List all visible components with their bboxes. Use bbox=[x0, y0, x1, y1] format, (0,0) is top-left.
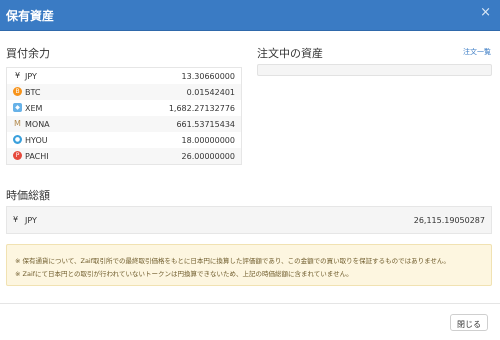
xem-icon: ◆ bbox=[13, 103, 22, 112]
balance-row-xem: ◆ XEM 1,682.27132776 bbox=[7, 100, 241, 116]
notice-line: ※ Zaifにて日本円との取引が行われていないトークンは円換算できないため、上記… bbox=[15, 270, 353, 278]
mona-icon: M bbox=[14, 119, 21, 128]
balance-row-pachi: P PACHI 26.00000000 bbox=[7, 148, 241, 164]
balance-row-hyou: ● HYOU 18.00000000 bbox=[7, 132, 241, 148]
currency-value: 661.53715434 bbox=[176, 120, 235, 129]
order-list-link[interactable]: 注文一覧 bbox=[463, 47, 491, 57]
close-button[interactable]: 閉じる bbox=[450, 314, 488, 331]
currency-value: 1,682.27132776 bbox=[168, 104, 235, 113]
currency-name: PACHI bbox=[25, 152, 49, 161]
balance-heading: 買付余力 bbox=[6, 47, 50, 60]
currency-name: JPY bbox=[25, 72, 37, 81]
balance-row-mona: M MONA 661.53715434 bbox=[7, 116, 241, 132]
currency-value: 13.30660000 bbox=[181, 72, 235, 81]
hyou-icon: ● bbox=[13, 135, 22, 144]
market-cap-heading: 時価総額 bbox=[6, 189, 50, 202]
market-cap-value: 26,115.19050287 bbox=[413, 216, 485, 225]
currency-name: JPY bbox=[25, 216, 37, 225]
notice-line: ※ 保有通貨について、Zaif取引所での最終取引価格をもとに日本円に換算した評価… bbox=[15, 257, 450, 265]
notice-box: ※ 保有通貨について、Zaif取引所での最終取引価格をもとに日本円に換算した評価… bbox=[6, 244, 492, 286]
orders-heading: 注文中の資産 bbox=[257, 47, 323, 60]
currency-value: 26.00000000 bbox=[181, 152, 235, 161]
pachi-icon: P bbox=[13, 151, 22, 160]
assets-modal: 保有資産 × 買付余力 注文中の資産 注文一覧 ¥ JPY 13.3066000… bbox=[0, 0, 500, 340]
modal-title: 保有資産 bbox=[6, 9, 55, 23]
currency-value: 0.01542401 bbox=[186, 88, 235, 97]
balance-row-btc: B BTC 0.01542401 bbox=[7, 84, 241, 100]
currency-name: MONA bbox=[25, 120, 50, 129]
market-cap-row: ¥ JPY 26,115.19050287 bbox=[6, 206, 492, 234]
footer-divider bbox=[0, 303, 500, 304]
balance-row-jpy: ¥ JPY 13.30660000 bbox=[7, 68, 241, 84]
currency-value: 18.00000000 bbox=[181, 136, 235, 145]
currency-name: XEM bbox=[25, 104, 43, 113]
yen-icon: ¥ bbox=[14, 71, 21, 80]
modal-header: 保有資産 × bbox=[0, 0, 500, 31]
yen-icon: ¥ bbox=[13, 215, 19, 224]
balance-table: ¥ JPY 13.30660000 B BTC 0.01542401 ◆ XEM… bbox=[6, 67, 242, 165]
currency-name: HYOU bbox=[25, 136, 48, 145]
orders-list bbox=[257, 64, 492, 76]
close-icon[interactable]: × bbox=[480, 6, 491, 20]
currency-name: BTC bbox=[25, 88, 41, 97]
bitcoin-icon: B bbox=[13, 87, 22, 96]
